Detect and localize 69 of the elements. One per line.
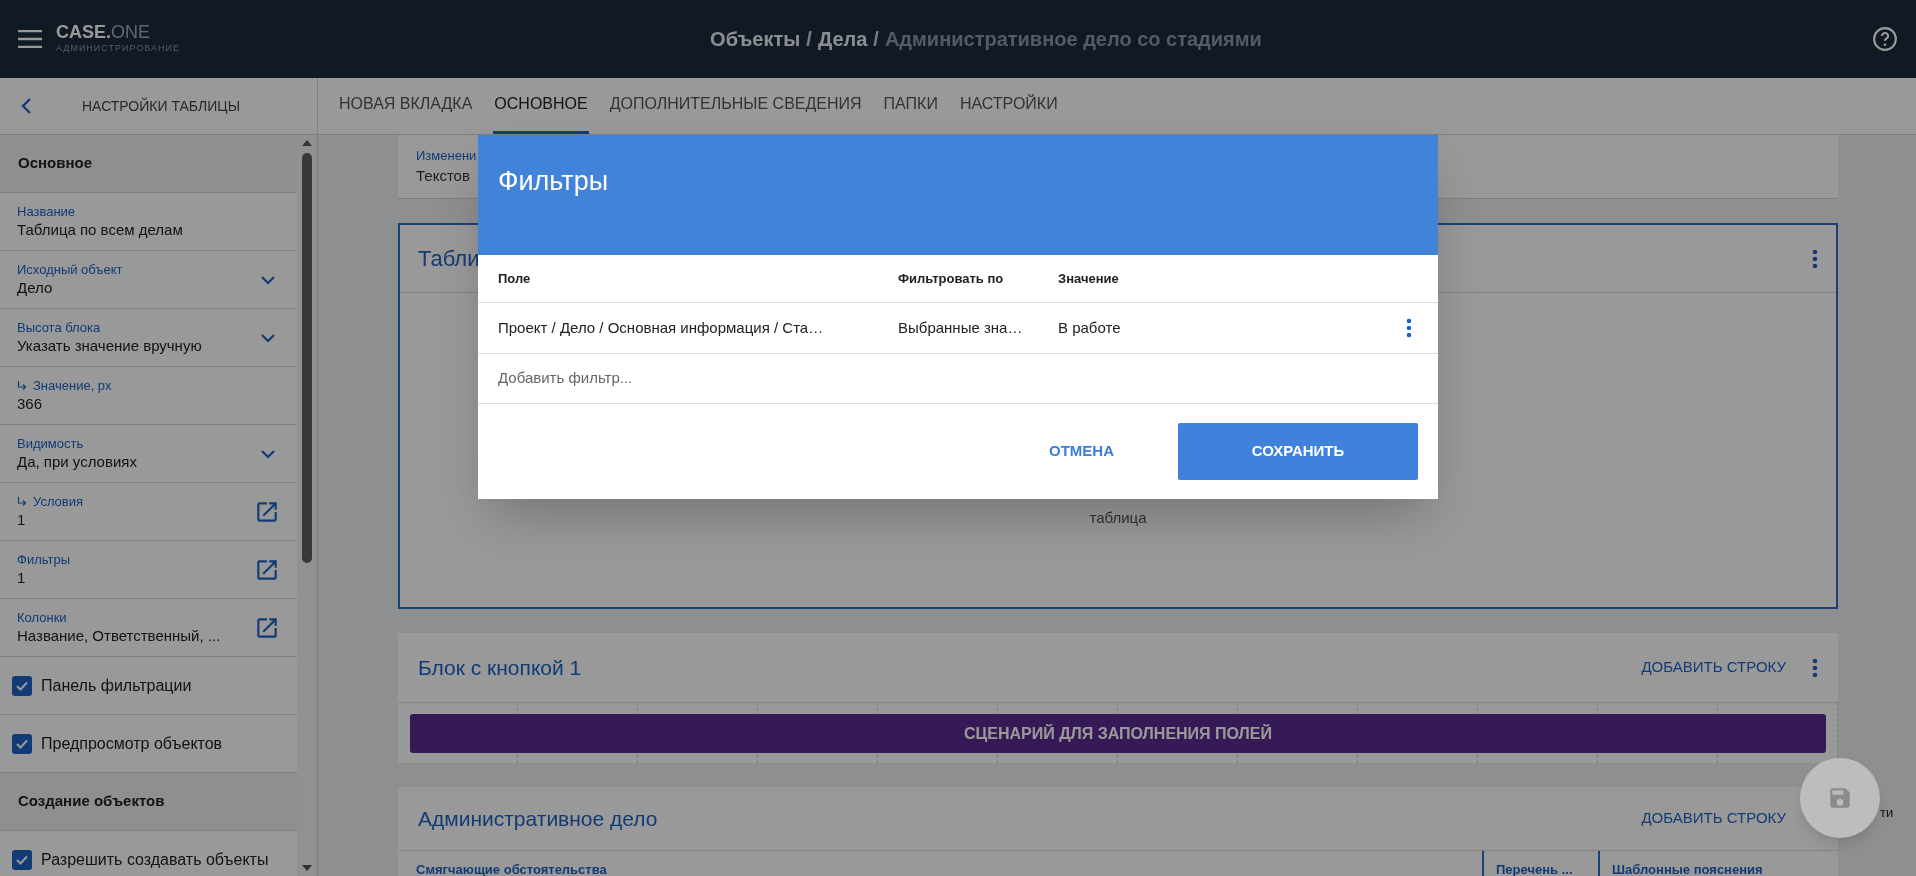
field-value: Название, Ответственный, ... xyxy=(17,625,222,646)
breadcrumb-separator: / xyxy=(873,27,879,52)
checkbox-label: Разрешить создавать объекты xyxy=(41,849,269,870)
app-logo: CASE.ONE АДМИНИСТРИРОВАНИЕ xyxy=(56,22,180,56)
field-label: Условия xyxy=(33,493,84,510)
menu-icon[interactable] xyxy=(18,30,42,48)
table-cell-text: Проект / Дело / Основная информация / Ста… xyxy=(498,317,825,338)
card-title: Табли xyxy=(418,245,481,273)
section-heading: Создание объектов xyxy=(18,791,165,812)
column-header: Значение xyxy=(1058,269,1120,288)
more-vertical-icon[interactable] xyxy=(1812,248,1818,269)
field-label: Изменени xyxy=(416,146,477,165)
field-label: Фильтры xyxy=(17,551,70,568)
field-value: Текстов xyxy=(416,166,471,186)
more-vertical-icon[interactable] xyxy=(1406,318,1412,338)
field-value: 1 xyxy=(17,509,27,530)
section-heading: Основное xyxy=(18,153,93,174)
card-title: Блок с кнопкой 1 xyxy=(418,654,583,681)
checkbox[interactable] xyxy=(12,849,32,870)
more-vertical-icon[interactable] xyxy=(1812,657,1818,678)
tab[interactable]: НОВАЯ ВКЛАДКА xyxy=(338,77,474,134)
sidebar-title: НАСТРОЙКИ ТАБЛИЦЫ xyxy=(82,96,241,116)
field-label: Исходный объект xyxy=(17,261,123,278)
field-label: Видимость xyxy=(17,435,84,452)
scroll-down-icon[interactable] xyxy=(301,864,313,872)
field-value: Указать значение вручную xyxy=(17,335,203,356)
table-cell-text: Выбранные зна… xyxy=(898,317,1024,338)
table-placeholder-text: таблица xyxy=(1089,508,1147,528)
field-value: Дело xyxy=(17,277,54,298)
breadcrumb-separator: / xyxy=(806,27,812,52)
side-text: ти xyxy=(1880,804,1894,822)
add-row-button[interactable]: ДОБАВИТЬ СТРОКУ xyxy=(1641,807,1786,830)
breadcrumb-item[interactable]: Дела xyxy=(817,24,868,54)
field-value: Таблица по всем делам xyxy=(17,219,184,240)
column-header: Фильтровать по xyxy=(898,269,1005,288)
back-icon[interactable] xyxy=(20,97,34,115)
tab[interactable]: НАСТРОЙКИ xyxy=(958,77,1059,134)
scenario-button[interactable]: СЦЕНАРИЙ ДЛЯ ЗАПОЛНЕНИЯ ПОЛЕЙ xyxy=(410,714,1826,753)
field-label: Название xyxy=(17,203,76,220)
tab[interactable]: ПАПКИ xyxy=(882,77,939,134)
indent-arrow-icon xyxy=(17,380,27,391)
column-header: Перечень ... xyxy=(1496,862,1573,876)
breadcrumb-item[interactable]: Объекты xyxy=(710,24,801,54)
field-label: Высота блока xyxy=(17,319,101,336)
card-title: Административное дело xyxy=(418,805,659,832)
field-label: Колонки xyxy=(17,609,67,626)
indent-arrow-icon xyxy=(17,496,27,507)
scrollbar[interactable] xyxy=(297,135,317,876)
help-icon[interactable] xyxy=(1872,26,1898,52)
add-filter-field[interactable]: Добавить фильтр... xyxy=(498,367,898,390)
checkbox[interactable] xyxy=(12,675,32,696)
field-value: 366 xyxy=(17,393,44,414)
add-row-button[interactable]: ДОБАВИТЬ СТРОКУ xyxy=(1641,656,1786,679)
scroll-up-icon[interactable] xyxy=(301,139,313,147)
checkbox-label: Панель фильтрации xyxy=(41,675,192,696)
table-cell-text: В работе xyxy=(1058,317,1122,338)
checkbox[interactable] xyxy=(12,733,32,754)
field-label: Значение, px xyxy=(33,377,112,394)
field-value: 1 xyxy=(17,567,27,588)
column-header: Смягчающие обстоятельства xyxy=(416,862,607,876)
field-value: Да, при условиях xyxy=(17,451,138,472)
column-header: Поле xyxy=(498,269,532,288)
column-header: Шаблонные пояснения xyxy=(1612,862,1763,876)
dialog-title: Фильтры xyxy=(498,166,609,196)
checkbox-label: Предпросмотр объектов xyxy=(41,733,223,754)
cancel-button[interactable]: ОТМЕНА xyxy=(1035,430,1128,473)
save-button[interactable]: СОХРАНИТЬ xyxy=(1178,423,1418,480)
tab[interactable]: ДОПОЛНИТЕЛЬНЫЕ СВЕДЕНИЯ xyxy=(608,77,863,134)
breadcrumb-item: Административное дело со стадиями xyxy=(884,27,1262,52)
